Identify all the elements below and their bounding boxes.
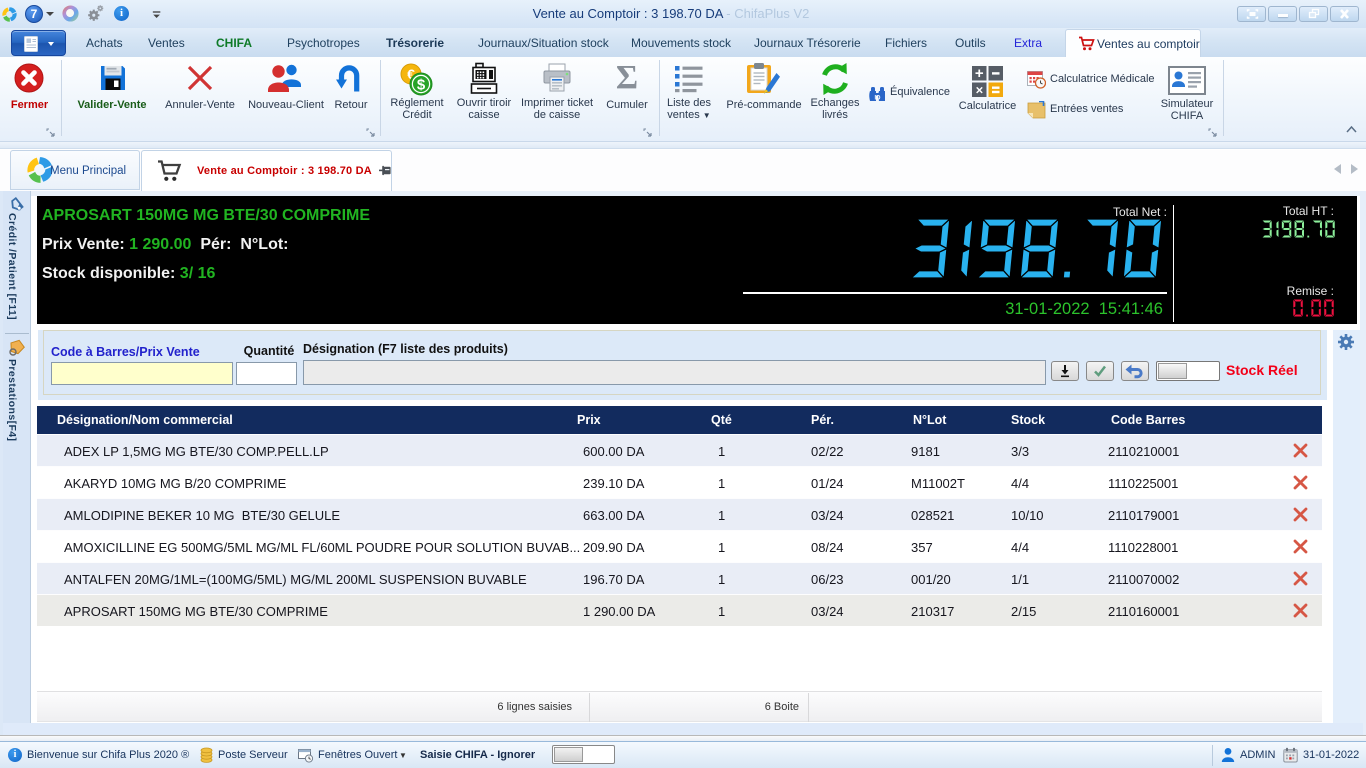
svg-text:+: + <box>975 65 984 82</box>
svg-text:$: $ <box>417 77 426 94</box>
svg-text:×: × <box>976 83 984 98</box>
svg-text:ID: ID <box>875 96 882 102</box>
